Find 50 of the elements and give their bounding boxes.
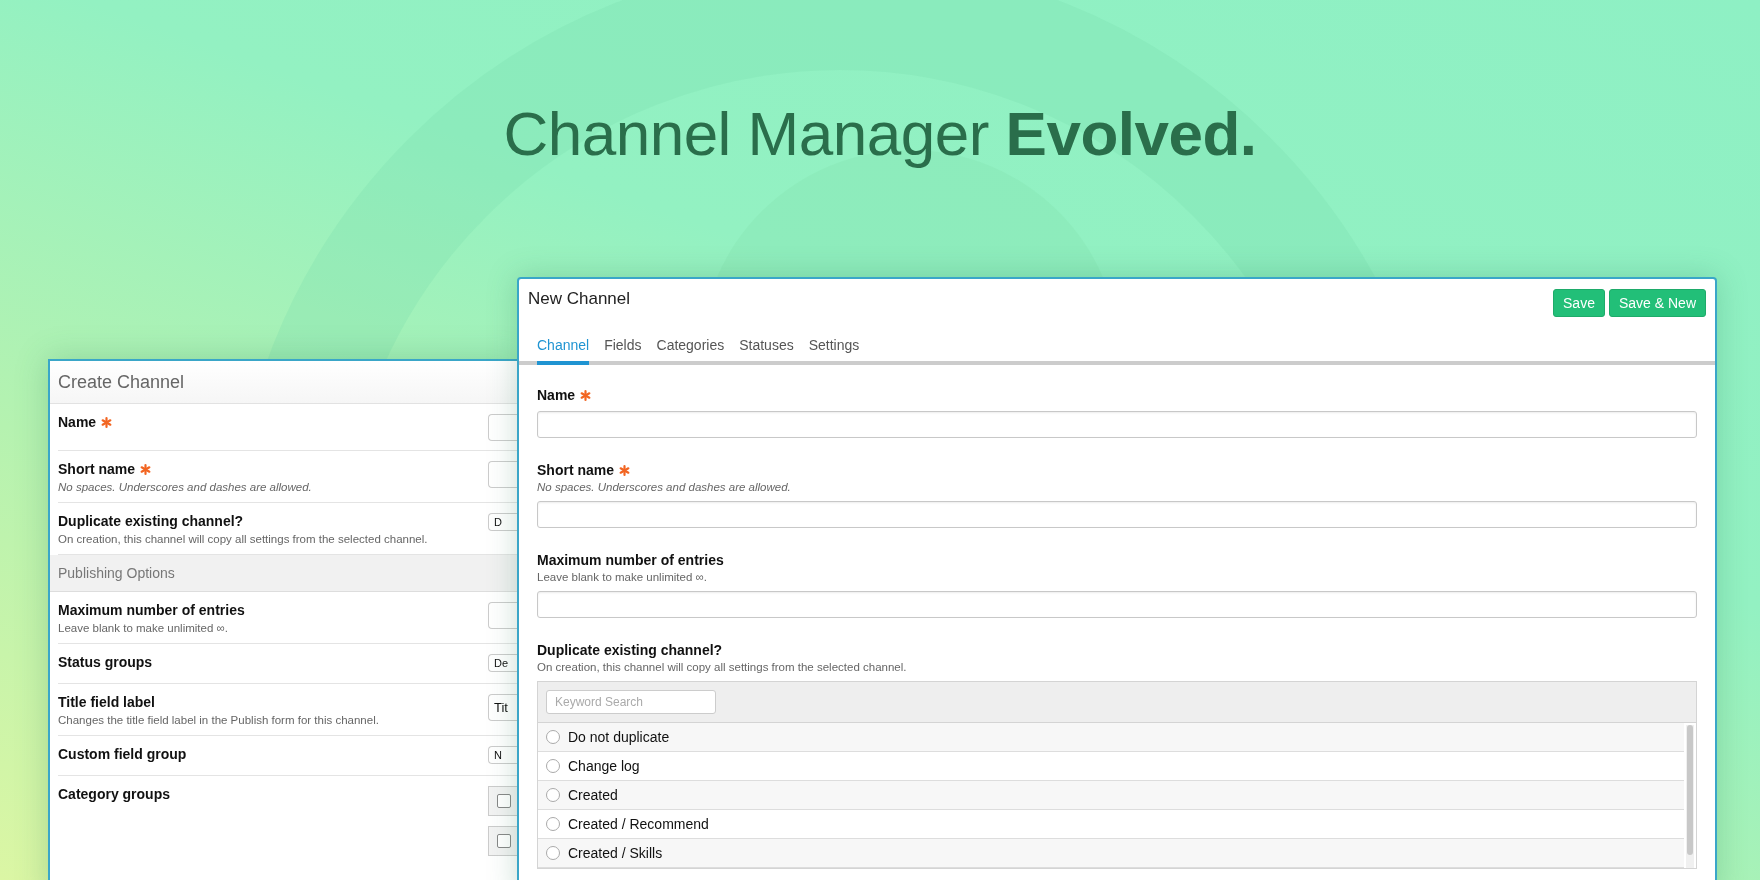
field-label: Short name — [537, 462, 614, 478]
panel-title: Create Channel — [50, 361, 518, 404]
radio-button[interactable] — [546, 817, 560, 831]
option-label: Change log — [568, 758, 640, 774]
option-row[interactable]: Do not duplicate — [538, 723, 1684, 752]
field-hint: No spaces. Underscores and dashes are allowed. — [58, 481, 312, 493]
option-label: Created — [568, 787, 618, 803]
panel-title: New Channel — [528, 289, 631, 310]
scrollbar[interactable] — [1686, 725, 1694, 868]
field-hint: Leave blank to make unlimited ∞. — [58, 622, 229, 634]
input-field[interactable] — [537, 411, 1697, 438]
checkbox[interactable] — [497, 834, 511, 848]
field-hint: On creation, this channel will copy all settings from the selected channel. — [537, 661, 908, 673]
field-label: Name — [58, 414, 97, 430]
radio-button[interactable] — [546, 759, 560, 773]
option-label: Created / Recommend — [568, 816, 709, 832]
option-row[interactable]: Created / Skills — [538, 839, 1684, 868]
field-hint: Leave blank to make unlimited ∞. — [537, 571, 708, 583]
radio-button[interactable] — [546, 846, 560, 860]
field-label: Maximum number of entries — [537, 552, 724, 568]
radio-button[interactable] — [546, 788, 560, 802]
radio-button[interactable] — [546, 730, 560, 744]
scrollbar-thumb[interactable] — [1687, 725, 1693, 855]
field-label: Duplicate existing channel? — [58, 513, 244, 529]
checkbox[interactable] — [497, 794, 511, 808]
tab[interactable]: Statuses — [739, 331, 794, 365]
tab[interactable]: Settings — [808, 331, 860, 365]
search-field[interactable]: Keyword Search — [546, 690, 716, 714]
field-label: Category groups — [58, 786, 170, 802]
checkbox-card[interactable] — [488, 786, 518, 816]
option-label: Do not duplicate — [568, 729, 670, 745]
section-heading: Publishing Options — [50, 555, 518, 592]
input-field[interactable] — [537, 501, 1697, 528]
option-row[interactable]: Created — [538, 781, 1684, 810]
tab[interactable]: Fields — [604, 331, 642, 365]
field-label: Name — [537, 387, 576, 403]
field-hint: No spaces. Underscores and dashes are allowed. — [537, 481, 792, 493]
checkbox-card[interactable] — [488, 826, 518, 856]
input-field[interactable] — [537, 591, 1697, 618]
field-label: Duplicate existing channel? — [537, 642, 723, 658]
headline: Channel Manager Evolved. — [502, 98, 1258, 169]
tab[interactable]: Categories — [656, 331, 725, 365]
field-label: Short name — [58, 461, 135, 477]
field-hint: On creation, this channel will copy all settings from the selected channel. — [58, 533, 428, 545]
field-hint: Changes the title field label in the Publish form for this channel. — [58, 714, 379, 726]
field-label: Maximum number of entries — [58, 602, 245, 618]
field-label: Custom field group — [58, 746, 187, 762]
field-label: Status groups — [58, 654, 153, 670]
field-label: Title field label — [58, 694, 155, 710]
option-label: Created / Skills — [568, 845, 663, 861]
